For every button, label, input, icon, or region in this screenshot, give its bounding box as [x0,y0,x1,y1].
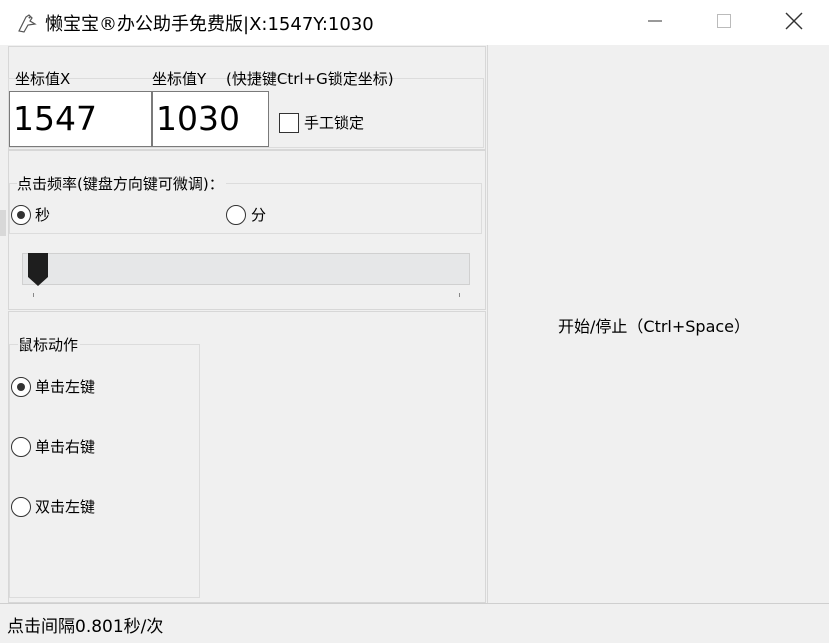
app-logo-icon [16,11,40,35]
background-window-fragment [0,210,6,236]
status-bar: 点击间隔0.801秒/次 [0,603,829,643]
mouse-action-label: 鼠标动作 [18,334,81,355]
double-click-radio[interactable] [11,497,31,517]
lock-shortcut-hint: (快捷键Ctrl+G锁定坐标) [226,70,394,88]
slider-tick-max [459,293,460,297]
right-click-radio[interactable] [11,437,31,457]
manual-lock-label: 手工锁定 [304,114,365,132]
left-click-radio[interactable] [11,377,31,397]
left-click-label: 单击左键 [35,378,96,396]
start-stop-button-area[interactable]: 开始/停止（Ctrl+Space） [487,45,829,603]
unit-seconds-label: 秒 [35,206,51,224]
coord-x-label: 坐标值X [15,70,71,88]
coord-y-label: 坐标值Y [152,70,207,88]
click-interval-status: 点击间隔0.801秒/次 [7,617,164,637]
unit-minutes-label: 分 [251,206,267,224]
maximize-button[interactable] [689,0,759,45]
title-bar: 懒宝宝®办公助手免费版|X:1547Y:1030 [0,0,829,45]
start-stop-button[interactable]: 开始/停止（Ctrl+Space） [558,313,750,337]
manual-lock-checkbox[interactable] [279,113,299,133]
unit-seconds-radio[interactable] [11,205,31,225]
right-click-label: 单击右键 [35,438,96,456]
slider-tick-min [33,293,34,297]
maximize-icon [716,13,732,33]
minimize-icon [647,13,663,33]
close-button[interactable] [759,0,829,45]
app-window: 懒宝宝®办公助手免费版|X:1547Y:1030 坐标值X 坐标值Y (快捷键C… [0,0,829,643]
frequency-label: 点击频率(键盘方向键可微调)： [17,173,226,194]
window-title: 懒宝宝®办公助手免费版|X:1547Y:1030 [45,14,374,35]
double-click-label: 双击左键 [35,498,96,516]
coord-y-field[interactable]: 1030 [152,91,269,147]
unit-minutes-radio[interactable] [226,205,246,225]
minimize-button[interactable] [620,0,690,45]
coord-x-field[interactable]: 1547 [9,91,152,147]
close-icon [785,12,803,34]
frequency-slider-thumb[interactable] [28,253,48,286]
frequency-slider-track[interactable] [22,253,470,285]
